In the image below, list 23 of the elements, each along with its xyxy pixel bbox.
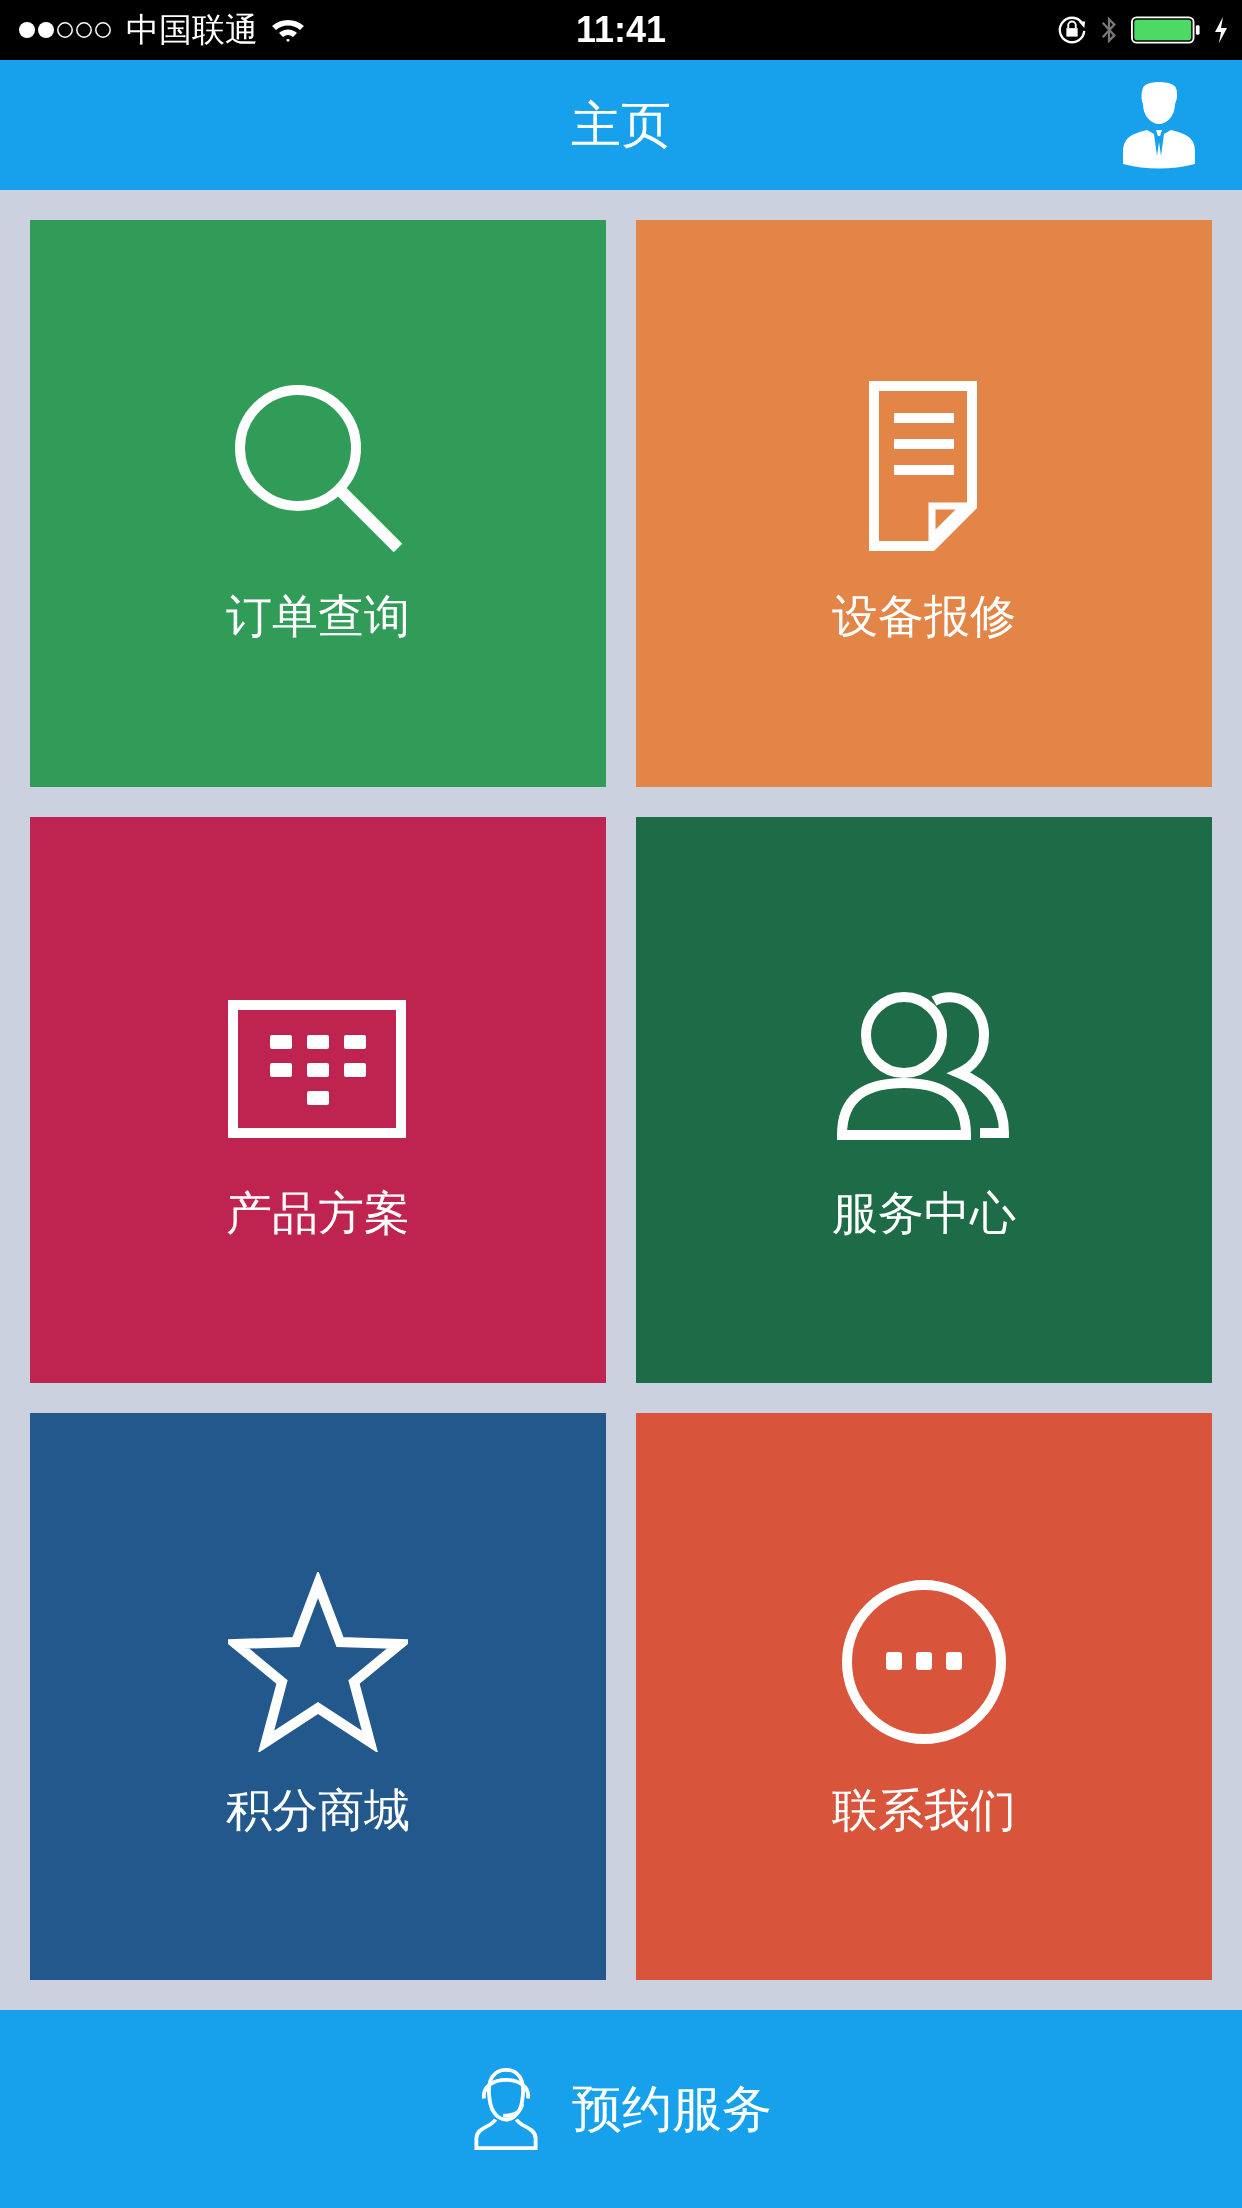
tile-label: 联系我们 [832,1781,1016,1839]
user-avatar-icon[interactable] [1121,80,1197,170]
menu-tile[interactable]: 产品方案 [30,816,606,1384]
page-title: 主页 [571,94,671,156]
charging-icon [1214,16,1228,44]
battery-icon [1130,16,1202,44]
tile-label: 订单查询 [226,588,410,646]
tile-label: 产品方案 [226,1185,410,1242]
clock-time: 11:41 [575,9,667,51]
bluetooth-icon [1100,14,1118,46]
tile-label: 服务中心 [832,1185,1016,1242]
rotation-lock-icon [1056,14,1088,46]
tile-label: 积分商城 [226,1781,410,1839]
star-icon [228,1571,408,1752]
signal-icon [18,20,114,40]
book-service-button[interactable]: 预约服务 [0,2010,1242,2208]
menu-tile[interactable]: 服务中心 [636,816,1212,1384]
tile-label: 设备报修 [832,588,1016,646]
menu-tile[interactable]: 订单查询 [30,220,606,787]
menu-tile[interactable]: 设备报修 [636,220,1212,787]
menu-tile[interactable]: 联系我们 [636,1413,1212,1980]
carrier-name: 中国联通 [126,8,258,51]
menu-tile[interactable]: 积分商城 [30,1413,606,1980]
